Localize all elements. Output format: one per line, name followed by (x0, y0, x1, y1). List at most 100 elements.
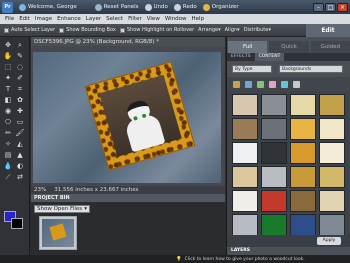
menu-image[interactable]: Image (35, 16, 52, 22)
menu-enhance[interactable]: Enhance (57, 16, 81, 22)
welcome-menu[interactable]: Welcome, George (19, 3, 77, 11)
tab-content[interactable]: CONTENT (254, 53, 285, 61)
content-swatch[interactable] (232, 94, 258, 116)
menu-layer[interactable]: Layer (86, 16, 101, 22)
shape-icon[interactable] (269, 80, 276, 88)
image-thumbnail[interactable] (39, 216, 77, 250)
tab-effects[interactable]: EFFECTS (227, 53, 255, 61)
zoom-tool-icon[interactable]: ⌕ (15, 41, 25, 50)
content-swatch[interactable] (290, 118, 316, 140)
content-swatch[interactable] (290, 190, 316, 212)
tab-full[interactable]: Full (228, 41, 268, 53)
hand-tool-icon[interactable]: ✋ (3, 52, 13, 61)
menu-window[interactable]: Window (165, 16, 187, 22)
recompose-tool-icon[interactable]: ◧ (3, 96, 13, 105)
apply-button[interactable]: Apply (317, 237, 341, 245)
background-icon[interactable] (245, 80, 252, 88)
maximize-button[interactable]: □ (325, 2, 336, 12)
shape-tool-icon[interactable]: ▲ (15, 151, 25, 160)
close-button[interactable]: × (337, 2, 348, 12)
undo-button[interactable]: Undo (144, 3, 168, 11)
auto-select-layer-checkbox[interactable]: ✓ Auto Select Layer (4, 27, 55, 33)
frame-icon[interactable] (233, 80, 240, 88)
blur-tool-icon[interactable]: 💧 (3, 162, 13, 171)
menu-help[interactable]: Help (192, 16, 205, 22)
straighten-tool-icon[interactable]: ⟋ (3, 173, 13, 182)
project-bin-header[interactable]: PROJECT BIN (31, 194, 225, 202)
align-dropdown[interactable]: Align ▾ (225, 27, 240, 33)
content-swatch[interactable] (290, 214, 316, 236)
layers-panel-header[interactable]: LAYERS (227, 247, 350, 255)
content-swatch[interactable] (319, 166, 345, 188)
menu-edit[interactable]: Edit (19, 16, 30, 22)
marquee-tool-icon[interactable]: ⬚ (3, 63, 13, 72)
sponge-tool-icon[interactable]: ◐ (15, 162, 25, 171)
show-highlight-checkbox[interactable]: ✓ Show Highlight on Rollover (119, 27, 194, 33)
menu-select[interactable]: Select (106, 16, 123, 22)
edit-workspace-tab[interactable]: Edit (306, 24, 350, 37)
crop-tool-icon[interactable]: ⌗ (15, 85, 25, 94)
type-tool-icon[interactable]: T (3, 85, 13, 94)
filter-type-select[interactable]: By Type (232, 65, 272, 73)
content-swatch[interactable] (232, 166, 258, 188)
move-tool-icon[interactable]: ✥ (3, 41, 13, 50)
content-swatch[interactable] (319, 190, 345, 212)
distribute-dropdown[interactable]: Distribute ▾ (244, 27, 271, 33)
lasso-tool-icon[interactable]: ◌ (15, 63, 25, 72)
tab-quick[interactable]: Quick (269, 41, 309, 53)
content-swatch[interactable] (290, 166, 316, 188)
content-swatch[interactable] (319, 118, 345, 140)
content-swatch[interactable] (261, 142, 287, 164)
pencil-tool-icon[interactable]: ✏ (3, 129, 13, 138)
brush-tool-icon[interactable]: 🖌 (15, 129, 25, 138)
magic-wand-tool-icon[interactable]: ✦ (3, 74, 13, 83)
heart-icon[interactable] (281, 80, 288, 88)
document-tab[interactable]: DSCF5396.JPG @ 23% (Background, RGB/8) * (31, 37, 225, 46)
bin-filter-select[interactable]: Show Open Files ▾ (34, 205, 90, 213)
smart-brush-icon[interactable]: ✧ (3, 140, 13, 149)
tab-guided[interactable]: Guided (310, 41, 350, 53)
menu-file[interactable]: File (5, 16, 14, 22)
menu-filter[interactable]: Filter (128, 16, 142, 22)
menu-view[interactable]: View (147, 16, 160, 22)
content-swatch[interactable] (261, 118, 287, 140)
content-swatch[interactable] (232, 214, 258, 236)
content-swatch[interactable] (261, 166, 287, 188)
content-swatch[interactable] (261, 190, 287, 212)
cookie-cutter-icon[interactable]: ✿ (15, 96, 25, 105)
content-swatch[interactable] (319, 142, 345, 164)
filter-category-select[interactable]: Backgrounds (279, 65, 343, 73)
content-swatch[interactable] (290, 94, 316, 116)
background-color-swatch[interactable] (11, 218, 23, 229)
eraser-tool-icon[interactable]: ▭ (15, 118, 25, 127)
content-aware-move-icon[interactable]: ⇄ (15, 173, 25, 182)
content-swatch[interactable] (261, 214, 287, 236)
reset-panels-button[interactable]: Reset Panels (94, 3, 139, 11)
show-bounding-box-checkbox[interactable]: ✓ Show Bounding Box (59, 27, 116, 33)
redo-button[interactable]: Redo (173, 3, 197, 11)
tip-text[interactable]: Click to learn how to give your photo a … (185, 257, 305, 262)
healing-brush-icon[interactable]: ✚ (15, 107, 25, 116)
graphic-icon[interactable] (257, 80, 264, 88)
content-swatch[interactable] (261, 94, 287, 116)
canvas-area[interactable] (31, 46, 225, 186)
arrange-dropdown[interactable]: Arrange ▾ (198, 27, 220, 33)
chevron-down-icon: ▾ (237, 27, 240, 33)
content-swatch[interactable] (232, 142, 258, 164)
gradient-tool-icon[interactable]: ▤ (3, 151, 13, 160)
selection-brush-icon[interactable]: ✐ (15, 74, 25, 83)
content-swatch[interactable] (319, 94, 345, 116)
organizer-button[interactable]: Organizer (202, 3, 239, 11)
minimize-button[interactable]: – (313, 2, 324, 12)
paint-bucket-icon[interactable]: ◭ (15, 140, 25, 149)
checkmark-icon: ✓ (4, 27, 9, 33)
clone-stamp-icon[interactable]: ⎔ (3, 118, 13, 127)
text-icon[interactable] (293, 80, 300, 88)
eyedropper-tool-icon[interactable]: ✎ (15, 52, 25, 61)
content-swatch[interactable] (232, 190, 258, 212)
content-swatch[interactable] (290, 142, 316, 164)
photo-background (33, 52, 221, 183)
red-eye-tool-icon[interactable]: ◉ (3, 107, 13, 116)
content-swatch[interactable] (319, 214, 345, 236)
content-swatch[interactable] (232, 118, 258, 140)
